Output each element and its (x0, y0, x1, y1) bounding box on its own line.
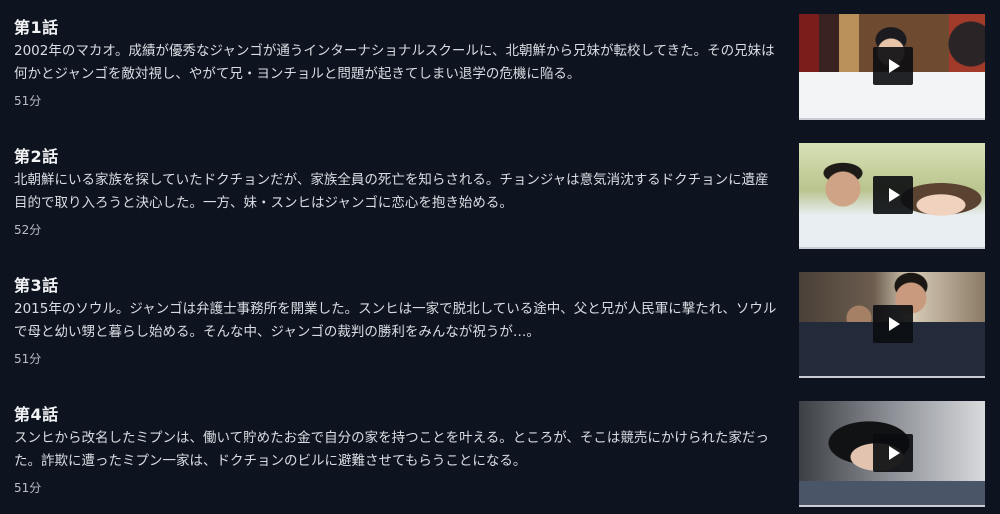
episode-description: 2015年のソウル。ジャンゴは弁護士事務所を開業した。スンヒは一家で脱北している… (14, 301, 777, 340)
play-icon (889, 59, 900, 73)
play-button[interactable] (873, 434, 913, 472)
episode-duration: 51分 (14, 94, 42, 108)
play-icon (889, 188, 900, 202)
episode-duration: 52分 (14, 223, 42, 237)
episode-title[interactable]: 第1話 (14, 14, 59, 38)
episode-item[interactable]: 第3話 2015年のソウル。ジャンゴは弁護士事務所を開業した。スンヒは一家で脱北… (0, 258, 1000, 386)
episode-title[interactable]: 第2話 (14, 143, 59, 167)
play-button[interactable] (873, 47, 913, 85)
episode-description: スンヒから改名したミプンは、働いて貯めたお金で自分の家を持つことを叶える。ところ… (14, 430, 769, 469)
play-button[interactable] (873, 176, 913, 214)
episode-duration: 51分 (14, 352, 42, 366)
episode-thumbnail[interactable] (799, 143, 985, 249)
episode-list: 第1話 2002年のマカオ。成績が優秀なジャンゴが通うインターナショナルスクール… (0, 0, 1000, 514)
episode-title[interactable]: 第3話 (14, 272, 59, 296)
episode-duration: 51分 (14, 481, 42, 495)
play-icon (889, 446, 900, 460)
episode-item[interactable]: 第4話 スンヒから改名したミプンは、働いて貯めたお金で自分の家を持つことを叶える… (0, 387, 1000, 514)
episode-item[interactable]: 第1話 2002年のマカオ。成績が優秀なジャンゴが通うインターナショナルスクール… (0, 0, 1000, 128)
play-icon (889, 317, 900, 331)
episode-title[interactable]: 第4話 (14, 401, 59, 425)
episode-description: 北朝鮮にいる家族を探していたドクチョンだが、家族全員の死亡を知らされる。チョンジ… (14, 172, 769, 211)
episode-description: 2002年のマカオ。成績が優秀なジャンゴが通うインターナショナルスクールに、北朝… (14, 43, 775, 82)
play-button[interactable] (873, 305, 913, 343)
episode-thumbnail[interactable] (799, 14, 985, 120)
episode-item[interactable]: 第2話 北朝鮮にいる家族を探していたドクチョンだが、家族全員の死亡を知らされる。… (0, 129, 1000, 257)
episode-thumbnail[interactable] (799, 401, 985, 507)
episode-thumbnail[interactable] (799, 272, 985, 378)
